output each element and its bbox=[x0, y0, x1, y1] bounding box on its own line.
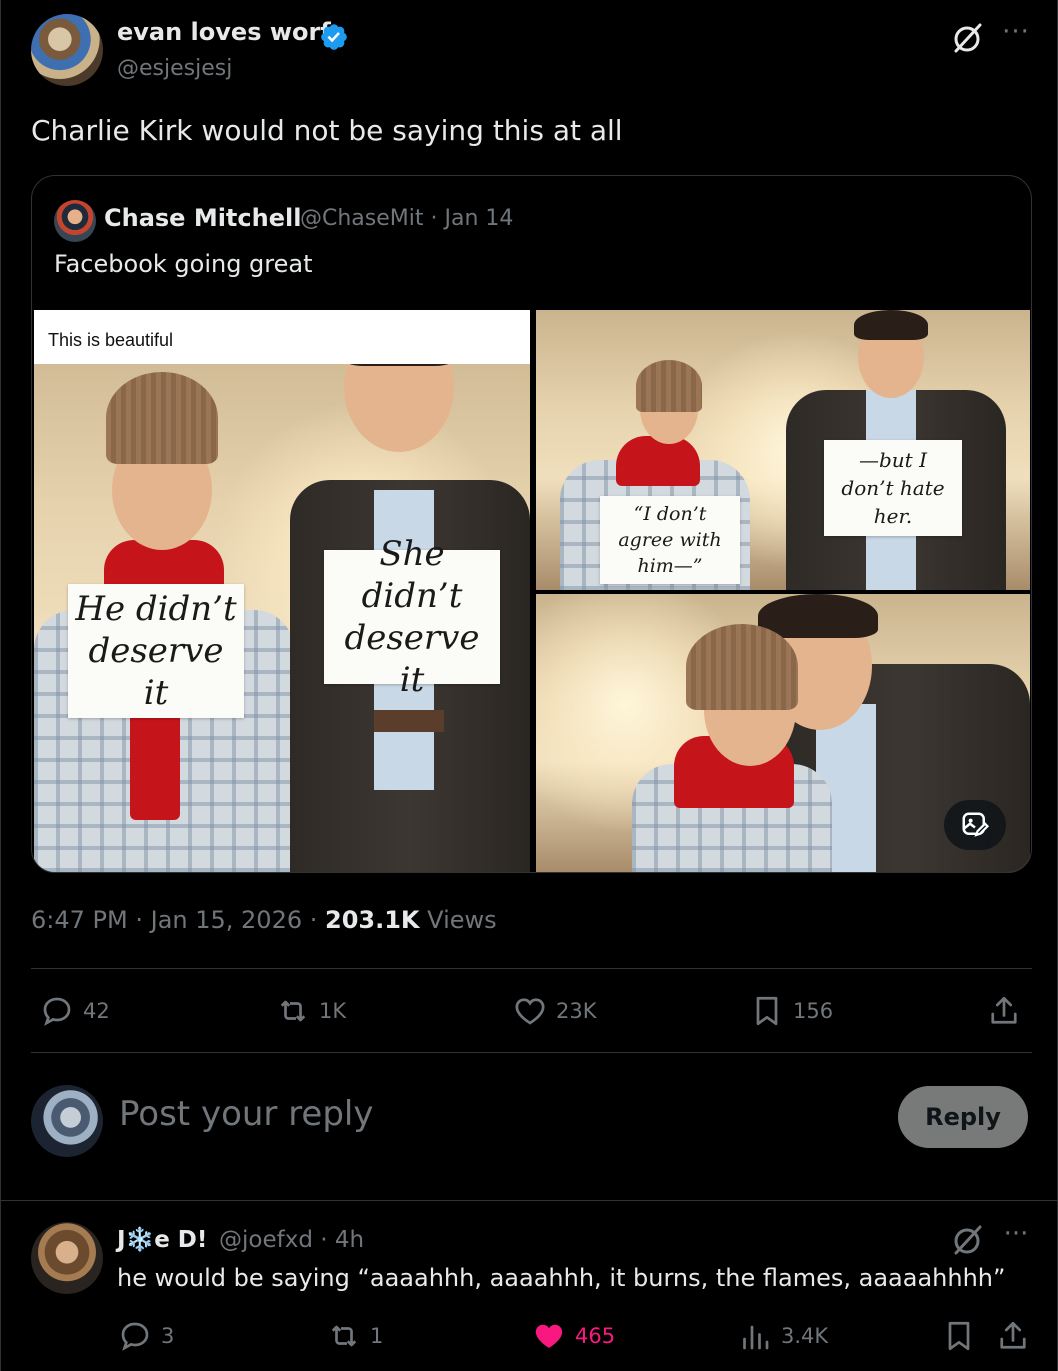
quoted-post-date: Jan 14 bbox=[444, 206, 514, 231]
reply-author-name-suffix: e D! bbox=[154, 1227, 208, 1253]
woman-beanie bbox=[106, 372, 218, 464]
reply-icon bbox=[121, 1322, 149, 1351]
meta-separator: · bbox=[320, 1227, 335, 1253]
reply-bookmark-action[interactable] bbox=[941, 1318, 977, 1354]
reply-author-meta: @joefxd · 4h bbox=[219, 1227, 364, 1253]
image-edit-icon bbox=[962, 812, 990, 837]
post-timestamp-views: 6:47 PM · Jan 15, 2026 · 203.1K Views bbox=[31, 906, 497, 934]
facebook-caption-text: This is beautiful bbox=[48, 330, 174, 350]
reply-text: he would be saying “aaaahhh, aaaahhh, it… bbox=[117, 1264, 1006, 1292]
heart-filled-icon bbox=[535, 1324, 563, 1348]
reply-time[interactable]: 4h bbox=[335, 1227, 364, 1253]
reply-like-count: 465 bbox=[575, 1324, 616, 1348]
verified-badge-icon bbox=[321, 24, 347, 50]
grok-icon[interactable] bbox=[949, 20, 985, 56]
post-text: Charlie Kirk would not be saying this at… bbox=[31, 114, 623, 147]
post-time[interactable]: 6:47 PM bbox=[31, 906, 128, 934]
post-date[interactable]: Jan 15, 2026 bbox=[151, 906, 303, 934]
repost-icon bbox=[280, 1000, 306, 1022]
image-edit-button[interactable] bbox=[944, 800, 1006, 850]
reply-button[interactable]: Reply bbox=[898, 1086, 1028, 1148]
repost-count: 1K bbox=[319, 999, 347, 1023]
more-horizontal-icon[interactable]: ··· bbox=[999, 19, 1033, 52]
facebook-caption-bar: This is beautiful bbox=[34, 310, 530, 364]
reply-input[interactable]: Post your reply bbox=[119, 1094, 374, 1134]
reply-repost-count: 1 bbox=[370, 1324, 384, 1348]
divider bbox=[31, 968, 1032, 969]
woman-beanie bbox=[636, 360, 702, 412]
reply-count: 42 bbox=[83, 999, 110, 1023]
reply-views-action[interactable]: 3.4K bbox=[737, 1318, 828, 1354]
man-hair bbox=[854, 310, 928, 340]
repost-action[interactable]: 1K bbox=[275, 993, 346, 1029]
tweet-detail-page: evan loves worf @esjesjesj ··· Charlie K… bbox=[0, 0, 1058, 1371]
like-count: 23K bbox=[556, 999, 597, 1023]
sign-but-i-dont-hate-her: —but I don’t hate her. bbox=[824, 440, 962, 536]
quoted-author-name: Chase Mitchell bbox=[104, 204, 302, 232]
snowflake-emoji: ❄️ bbox=[125, 1227, 155, 1253]
section-divider bbox=[1, 1200, 1058, 1201]
bookmark-action[interactable]: 156 bbox=[749, 993, 833, 1029]
quoted-image-top-right[interactable]: “I don’t agree with him—” —but I don’t h… bbox=[536, 310, 1030, 590]
meta-separator: · bbox=[309, 906, 326, 934]
reply-views-count: 3.4K bbox=[781, 1324, 829, 1348]
bookmark-icon bbox=[756, 996, 778, 1026]
reply-author-handle[interactable]: @joefxd bbox=[219, 1227, 313, 1253]
views-label: Views bbox=[427, 906, 497, 934]
current-user-avatar[interactable] bbox=[31, 1085, 103, 1157]
heart-icon bbox=[515, 998, 545, 1025]
man-belt bbox=[374, 710, 444, 732]
bookmark-icon bbox=[948, 1321, 970, 1351]
reply-icon bbox=[43, 997, 71, 1026]
woman-hoodie bbox=[616, 436, 700, 486]
author-handle[interactable]: @esjesjesj bbox=[117, 56, 232, 81]
reply-share-action[interactable] bbox=[995, 1318, 1031, 1354]
quoted-image-bottom-right[interactable] bbox=[536, 594, 1030, 872]
author-name[interactable]: evan loves worf bbox=[117, 18, 331, 46]
quoted-post-text: Facebook going great bbox=[54, 250, 313, 278]
woman-beanie bbox=[686, 624, 798, 710]
repost-icon bbox=[331, 1325, 357, 1347]
more-horizontal-icon[interactable]: ··· bbox=[999, 1221, 1033, 1254]
quoted-image-left[interactable]: This is beautiful He didn’t deserve it S… bbox=[34, 310, 530, 872]
bookmark-count: 156 bbox=[793, 999, 834, 1023]
sign-she-didnt-deserve-it: She didn’t deserve it bbox=[324, 534, 500, 700]
quoted-author-avatar[interactable] bbox=[54, 200, 96, 242]
reply-author-name-prefix: J bbox=[117, 1227, 126, 1253]
views-chart-icon bbox=[743, 1325, 769, 1350]
quoted-post[interactable]: Chase Mitchell @ChaseMit · Jan 14 Facebo… bbox=[31, 175, 1032, 873]
author-avatar[interactable] bbox=[31, 14, 103, 86]
man-hair bbox=[758, 594, 878, 638]
reply-reply-action[interactable]: 3 bbox=[117, 1318, 174, 1354]
meta-separator: · bbox=[135, 906, 151, 934]
share-action[interactable] bbox=[986, 993, 1022, 1029]
views-count: 203.1K bbox=[325, 906, 420, 934]
sign-he-didnt-deserve-it: He didn’t deserve it bbox=[68, 584, 244, 718]
quoted-author-handle: @ChaseMit bbox=[300, 206, 424, 231]
reply-reply-count: 3 bbox=[161, 1324, 175, 1348]
reply-author-name[interactable]: J❄️e D! bbox=[117, 1226, 207, 1253]
quoted-author-meta: @ChaseMit · Jan 14 bbox=[300, 206, 513, 231]
reply-author-avatar[interactable] bbox=[31, 1222, 103, 1294]
reply-repost-action[interactable]: 1 bbox=[326, 1318, 383, 1354]
reply-action[interactable]: 42 bbox=[39, 993, 110, 1029]
reply-like-action[interactable]: 465 bbox=[531, 1318, 615, 1354]
sign-i-dont-agree: “I don’t agree with him—” bbox=[600, 496, 740, 584]
share-icon bbox=[1000, 1321, 1026, 1349]
divider bbox=[31, 1052, 1032, 1053]
like-action[interactable]: 23K bbox=[512, 993, 597, 1029]
share-icon bbox=[991, 996, 1017, 1024]
grok-icon[interactable] bbox=[949, 1222, 985, 1258]
meta-separator: · bbox=[430, 206, 445, 231]
